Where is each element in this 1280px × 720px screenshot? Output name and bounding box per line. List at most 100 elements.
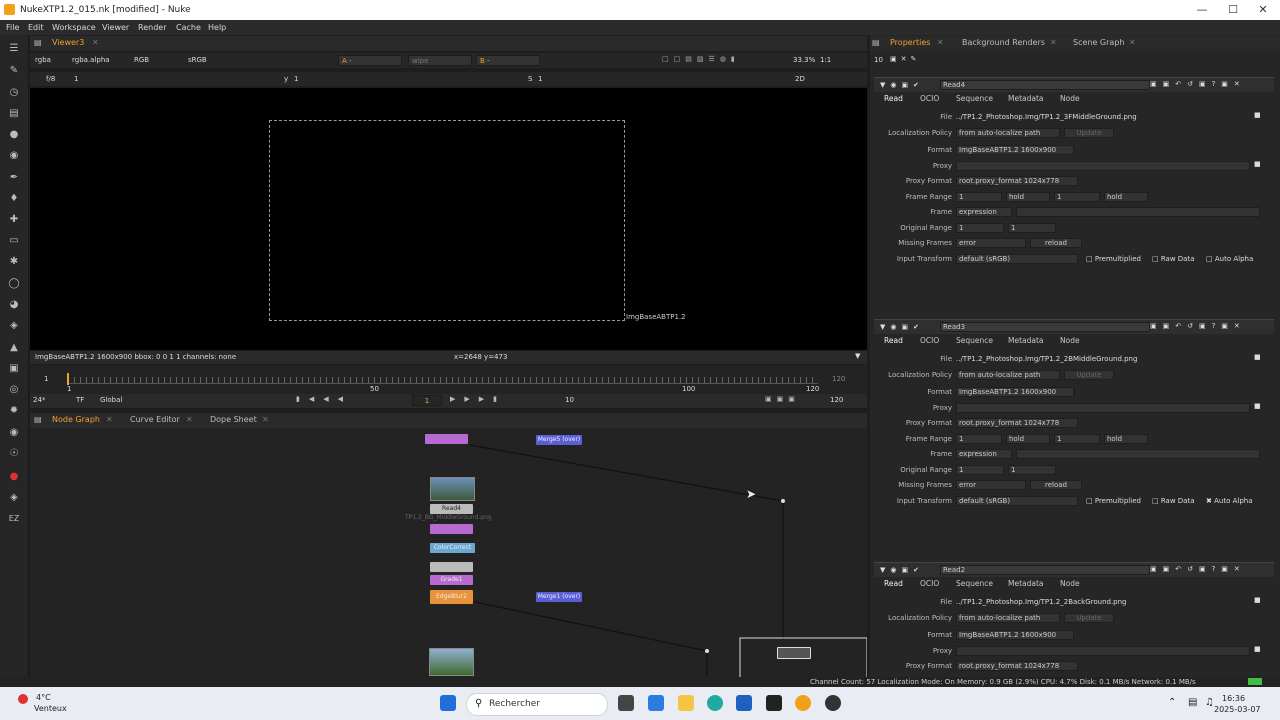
menu-cache[interactable]: Cache bbox=[176, 23, 201, 32]
panel-menu-icon-3[interactable]: ▤ bbox=[872, 38, 880, 47]
transport-controls-forward[interactable]: ▶▶▶▮ bbox=[450, 395, 506, 403]
channel-icon[interactable]: ▤ bbox=[7, 108, 21, 120]
auto-alpha-checkbox[interactable]: □ Auto Alpha bbox=[1206, 255, 1253, 263]
toolsets-icon[interactable]: ▲ bbox=[7, 342, 21, 354]
maximize-icon[interactable]: ☐ bbox=[1223, 3, 1243, 17]
proxy-field[interactable] bbox=[956, 403, 1250, 413]
particles-icon[interactable]: ✱ bbox=[7, 256, 21, 268]
frame-value[interactable]: 1 bbox=[74, 75, 78, 83]
frame-range-start-hold[interactable]: hold bbox=[1006, 192, 1050, 202]
format-dropdown[interactable]: ImgBaseABTP1.2 1600x900 bbox=[956, 387, 1074, 397]
original-range-end[interactable]: 1 bbox=[1008, 223, 1056, 233]
tab-viewer3[interactable]: Viewer3 bbox=[52, 38, 84, 47]
tab-curve-editor[interactable]: Curve Editor bbox=[130, 415, 180, 424]
node-actions-icons[interactable]: ▣▣↶↺▣?▣✕ bbox=[1150, 80, 1246, 88]
node-edgeblur[interactable]: EdgeBlur2 bbox=[430, 590, 473, 604]
frame-range-end-hold[interactable]: hold bbox=[1104, 434, 1148, 444]
file-browse-icon[interactable]: ■ bbox=[1254, 596, 1261, 604]
terminal-icon[interactable] bbox=[766, 695, 782, 711]
panel-menu-icon[interactable]: ▤ bbox=[34, 38, 42, 47]
panel-menu-icon-2[interactable]: ▤ bbox=[34, 415, 42, 424]
infobar-expand-icon[interactable]: ▼ bbox=[855, 352, 860, 360]
subtab-ocio[interactable]: OCIO bbox=[920, 336, 939, 345]
node-actions-icons[interactable]: ▣▣↶↺▣?▣✕ bbox=[1150, 322, 1246, 330]
node-color-correct[interactable]: ColorCorrect bbox=[430, 543, 475, 553]
reload-button[interactable]: reload bbox=[1030, 238, 1082, 248]
explorer-icon[interactable] bbox=[678, 695, 694, 711]
proxy-browse-icon[interactable]: ■ bbox=[1254, 402, 1261, 410]
original-range-start[interactable]: 1 bbox=[956, 223, 1004, 233]
frame-range-start[interactable]: 1 bbox=[956, 192, 1002, 202]
file-path-field[interactable]: ../TP1.2_Photoshop.Img/TP1.2_2BMiddleGro… bbox=[956, 355, 1137, 363]
lut-dropdown[interactable]: sRGB bbox=[188, 56, 207, 64]
tray-chevron-icon[interactable]: ⌃ bbox=[1168, 697, 1176, 708]
premultiplied-checkbox[interactable]: □ Premultiplied bbox=[1086, 255, 1141, 263]
draw-icon[interactable]: ✒ bbox=[7, 172, 21, 184]
transport-controls[interactable]: ▮◀◀◀ bbox=[296, 395, 352, 403]
menu-file[interactable]: File bbox=[6, 23, 19, 32]
subtab-ocio[interactable]: OCIO bbox=[920, 94, 939, 103]
subtab-read[interactable]: Read bbox=[884, 336, 903, 345]
subtab-sequence[interactable]: Sequence bbox=[956, 94, 993, 103]
input-b-dropdown[interactable]: B - bbox=[476, 55, 540, 66]
subtab-ocio[interactable]: OCIO bbox=[920, 579, 939, 588]
props-max-count[interactable]: 10 bbox=[874, 56, 883, 64]
file-browse-icon[interactable]: ■ bbox=[1254, 353, 1261, 361]
original-range-end[interactable]: 1 bbox=[1008, 465, 1056, 475]
tab-scene-graph[interactable]: Scene Graph bbox=[1073, 38, 1124, 47]
air-icon[interactable]: ☉ bbox=[7, 448, 21, 460]
reload-button[interactable]: reload bbox=[1030, 480, 1082, 490]
drop-icon[interactable]: ◈ bbox=[7, 492, 21, 504]
step-field[interactable]: 10 bbox=[565, 396, 574, 404]
frame-mode-dropdown[interactable]: expression bbox=[956, 449, 1012, 459]
color-icon[interactable]: ● bbox=[7, 129, 21, 141]
premultiplied-checkbox[interactable]: □ Premultiplied bbox=[1086, 497, 1141, 505]
close-bg-tab-icon[interactable]: ✕ bbox=[1050, 38, 1057, 47]
global-dropdown[interactable]: Global bbox=[100, 396, 122, 404]
subtab-node[interactable]: Node bbox=[1060, 579, 1080, 588]
start-icon[interactable] bbox=[440, 695, 456, 711]
edge-icon[interactable] bbox=[707, 695, 723, 711]
format-dropdown[interactable]: ImgBaseABTP1.2 1600x900 bbox=[956, 145, 1074, 155]
node-header-icons[interactable]: ▼◉▣✔ bbox=[880, 566, 924, 574]
metadata-icon[interactable]: ◈ bbox=[7, 320, 21, 332]
subtab-sequence[interactable]: Sequence bbox=[956, 579, 993, 588]
current-frame-field[interactable]: 1 bbox=[412, 395, 442, 406]
original-range-start[interactable]: 1 bbox=[956, 465, 1004, 475]
y-value[interactable]: 1 bbox=[294, 75, 298, 83]
node-name-field[interactable]: Read2 bbox=[940, 565, 1150, 575]
read4-thumbnail[interactable] bbox=[430, 477, 475, 501]
menu-edit[interactable]: Edit bbox=[28, 23, 44, 32]
playback-mode-icons[interactable]: ▣▣▣ bbox=[765, 395, 800, 403]
toolbar-menu-icon[interactable]: ☰ bbox=[7, 43, 21, 55]
3d-icon[interactable]: ▭ bbox=[7, 235, 21, 247]
node-grade[interactable]: Grade1 bbox=[430, 575, 473, 585]
subtab-node[interactable]: Node bbox=[1060, 94, 1080, 103]
weather-desc[interactable]: Venteux bbox=[34, 704, 67, 713]
proxy-format-dropdown[interactable]: root.proxy_format 1024x778 bbox=[956, 661, 1078, 671]
minimize-icon[interactable]: — bbox=[1192, 3, 1212, 17]
node-top-stub[interactable] bbox=[425, 434, 468, 444]
nuke-taskbar-icon[interactable] bbox=[795, 695, 811, 711]
transform-icon[interactable]: ✚ bbox=[7, 214, 21, 226]
weather-alert-icon[interactable] bbox=[18, 694, 28, 704]
app-taskbar-icon[interactable] bbox=[825, 695, 841, 711]
clock-time[interactable]: 16:36 bbox=[1222, 694, 1245, 703]
weather-temp[interactable]: 4°C bbox=[36, 693, 51, 702]
tab-background-renders[interactable]: Background Renders bbox=[962, 38, 1045, 47]
frame-range-start[interactable]: 1 bbox=[956, 434, 1002, 444]
fstop-value[interactable]: f/8 bbox=[46, 75, 55, 83]
task-view-icon[interactable] bbox=[618, 695, 634, 711]
subtab-read[interactable]: Read bbox=[884, 94, 903, 103]
ratio-dropdown[interactable]: 1:1 bbox=[820, 56, 831, 64]
close-tab-icon-4[interactable]: ✕ bbox=[262, 415, 269, 424]
node-name-field[interactable]: Read3 bbox=[940, 322, 1150, 332]
zoom-dropdown[interactable]: 33.3% bbox=[793, 56, 815, 64]
frame-range-start-hold[interactable]: hold bbox=[1006, 434, 1050, 444]
subtab-sequence[interactable]: Sequence bbox=[956, 336, 993, 345]
subtab-metadata[interactable]: Metadata bbox=[1008, 94, 1044, 103]
read-thumbnail-bottom[interactable] bbox=[429, 648, 474, 676]
input-a-dropdown[interactable]: A - bbox=[338, 55, 402, 66]
timeline-ruler[interactable] bbox=[68, 377, 818, 384]
node-grade-a[interactable] bbox=[430, 524, 473, 534]
